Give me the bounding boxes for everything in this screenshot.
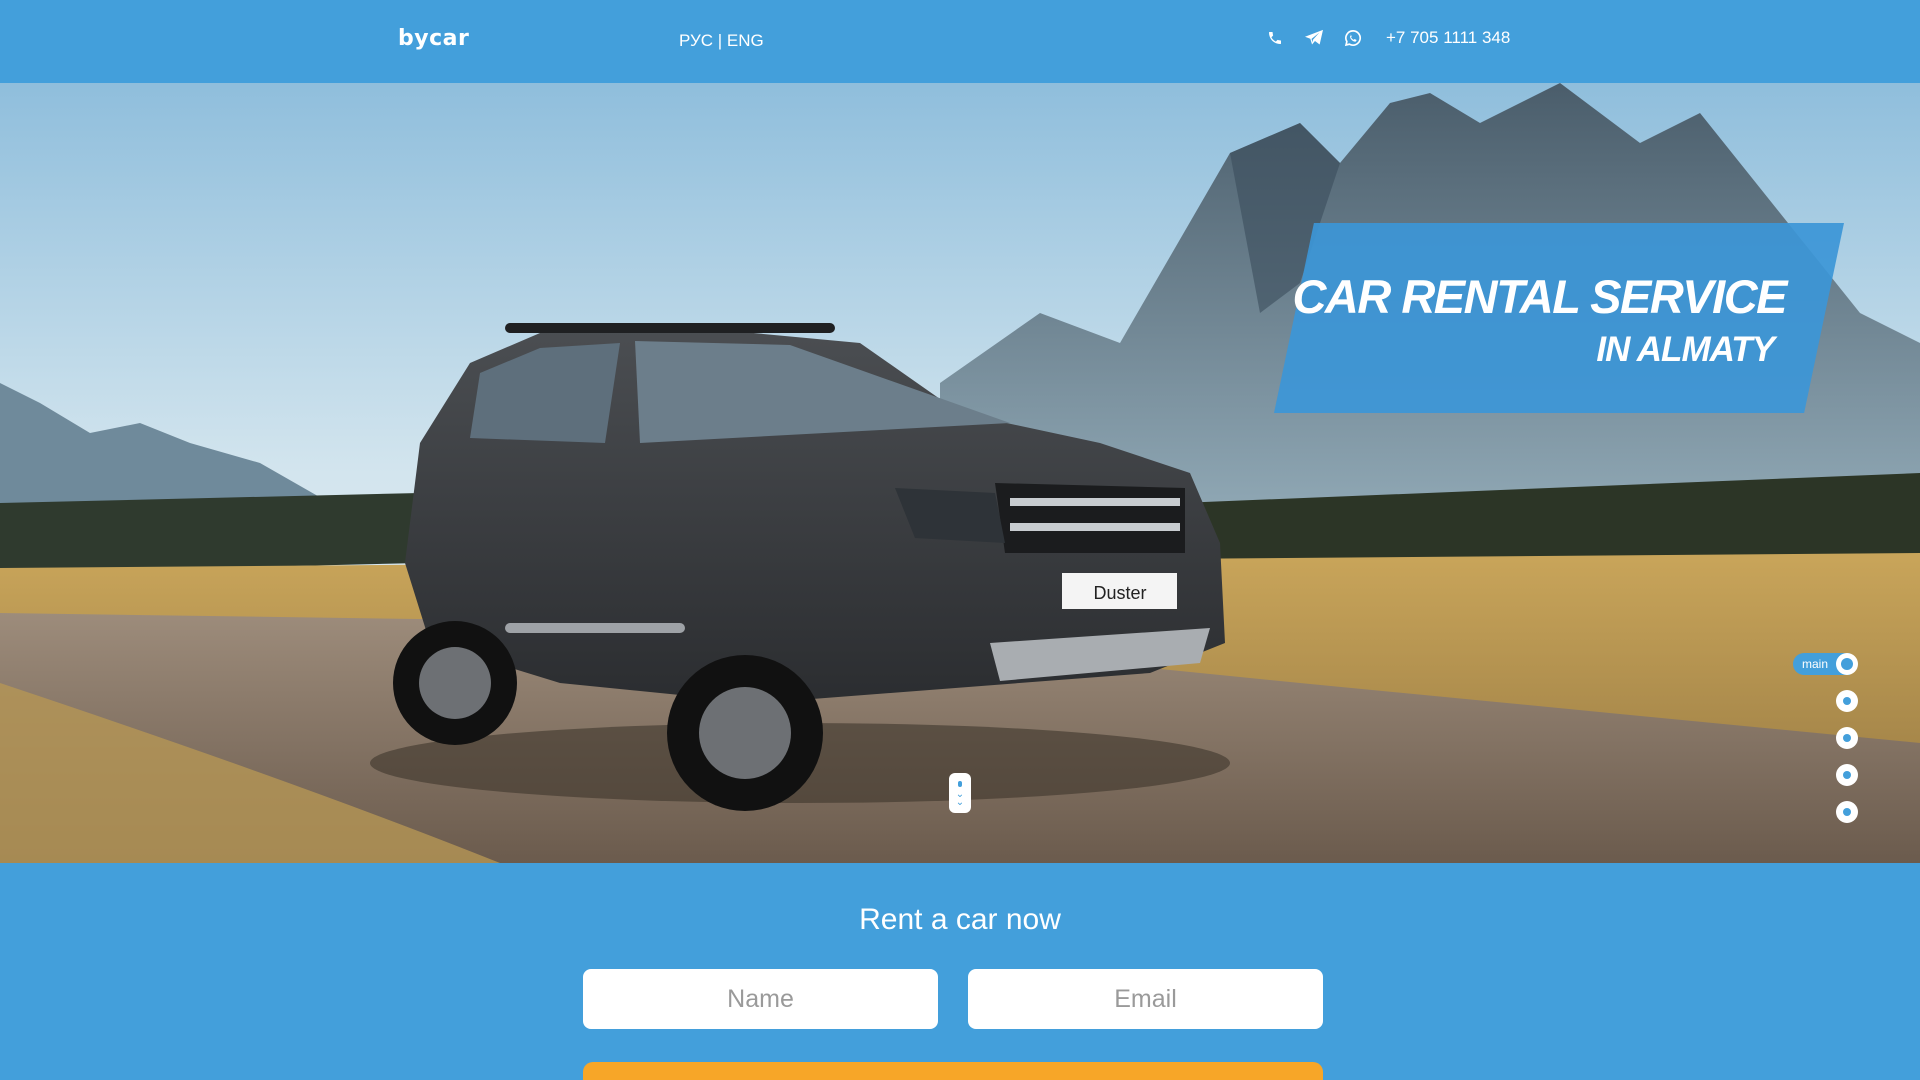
lang-ru-link[interactable]: РУС [679, 31, 713, 50]
hero-title: CAR RENTAL SERVICE [1292, 270, 1787, 323]
hero-section: Duster CAR RENTAL SERVICE IN ALMATY ⌄ ⌄ m… [0, 83, 1920, 863]
site-header: bycar РУС | ENG +7 705 1111 348 [0, 0, 1920, 83]
submit-button[interactable] [583, 1062, 1323, 1080]
scroll-dot [958, 781, 962, 787]
lang-separator: | [713, 31, 727, 50]
chevron-down-icon: ⌄ ⌄ [955, 789, 965, 808]
hero-subtitle: IN ALMATY [1596, 330, 1775, 369]
name-field[interactable] [583, 969, 938, 1029]
phone-number[interactable]: +7 705 1111 348 [1386, 28, 1510, 48]
hero-banner: CAR RENTAL SERVICE IN ALMATY [1274, 223, 1844, 413]
language-switcher: РУС | ENG [679, 31, 764, 51]
car-plate-text: Duster [1093, 583, 1146, 603]
lang-en-link[interactable]: ENG [727, 31, 764, 50]
whatsapp-icon[interactable] [1342, 27, 1364, 49]
section-nav-dot-2[interactable] [1836, 690, 1858, 712]
rent-form-section: Rent a car now [0, 863, 1920, 1080]
section-nav-dot-4[interactable] [1836, 764, 1858, 786]
scroll-down-indicator[interactable]: ⌄ ⌄ [949, 773, 971, 813]
contacts: +7 705 1111 348 [1264, 27, 1510, 49]
form-title: Rent a car now [859, 903, 1061, 936]
phone-icon[interactable] [1264, 27, 1286, 49]
section-nav-dot-5[interactable] [1836, 801, 1858, 823]
hero-scene-illustration: Duster [0, 83, 1920, 863]
telegram-icon[interactable] [1303, 27, 1325, 49]
section-nav-dot-main[interactable] [1836, 653, 1858, 675]
logo[interactable]: bycar [398, 26, 469, 51]
section-nav-dot-3[interactable] [1836, 727, 1858, 749]
email-field[interactable] [968, 969, 1323, 1029]
section-nav: main [1778, 653, 1858, 838]
